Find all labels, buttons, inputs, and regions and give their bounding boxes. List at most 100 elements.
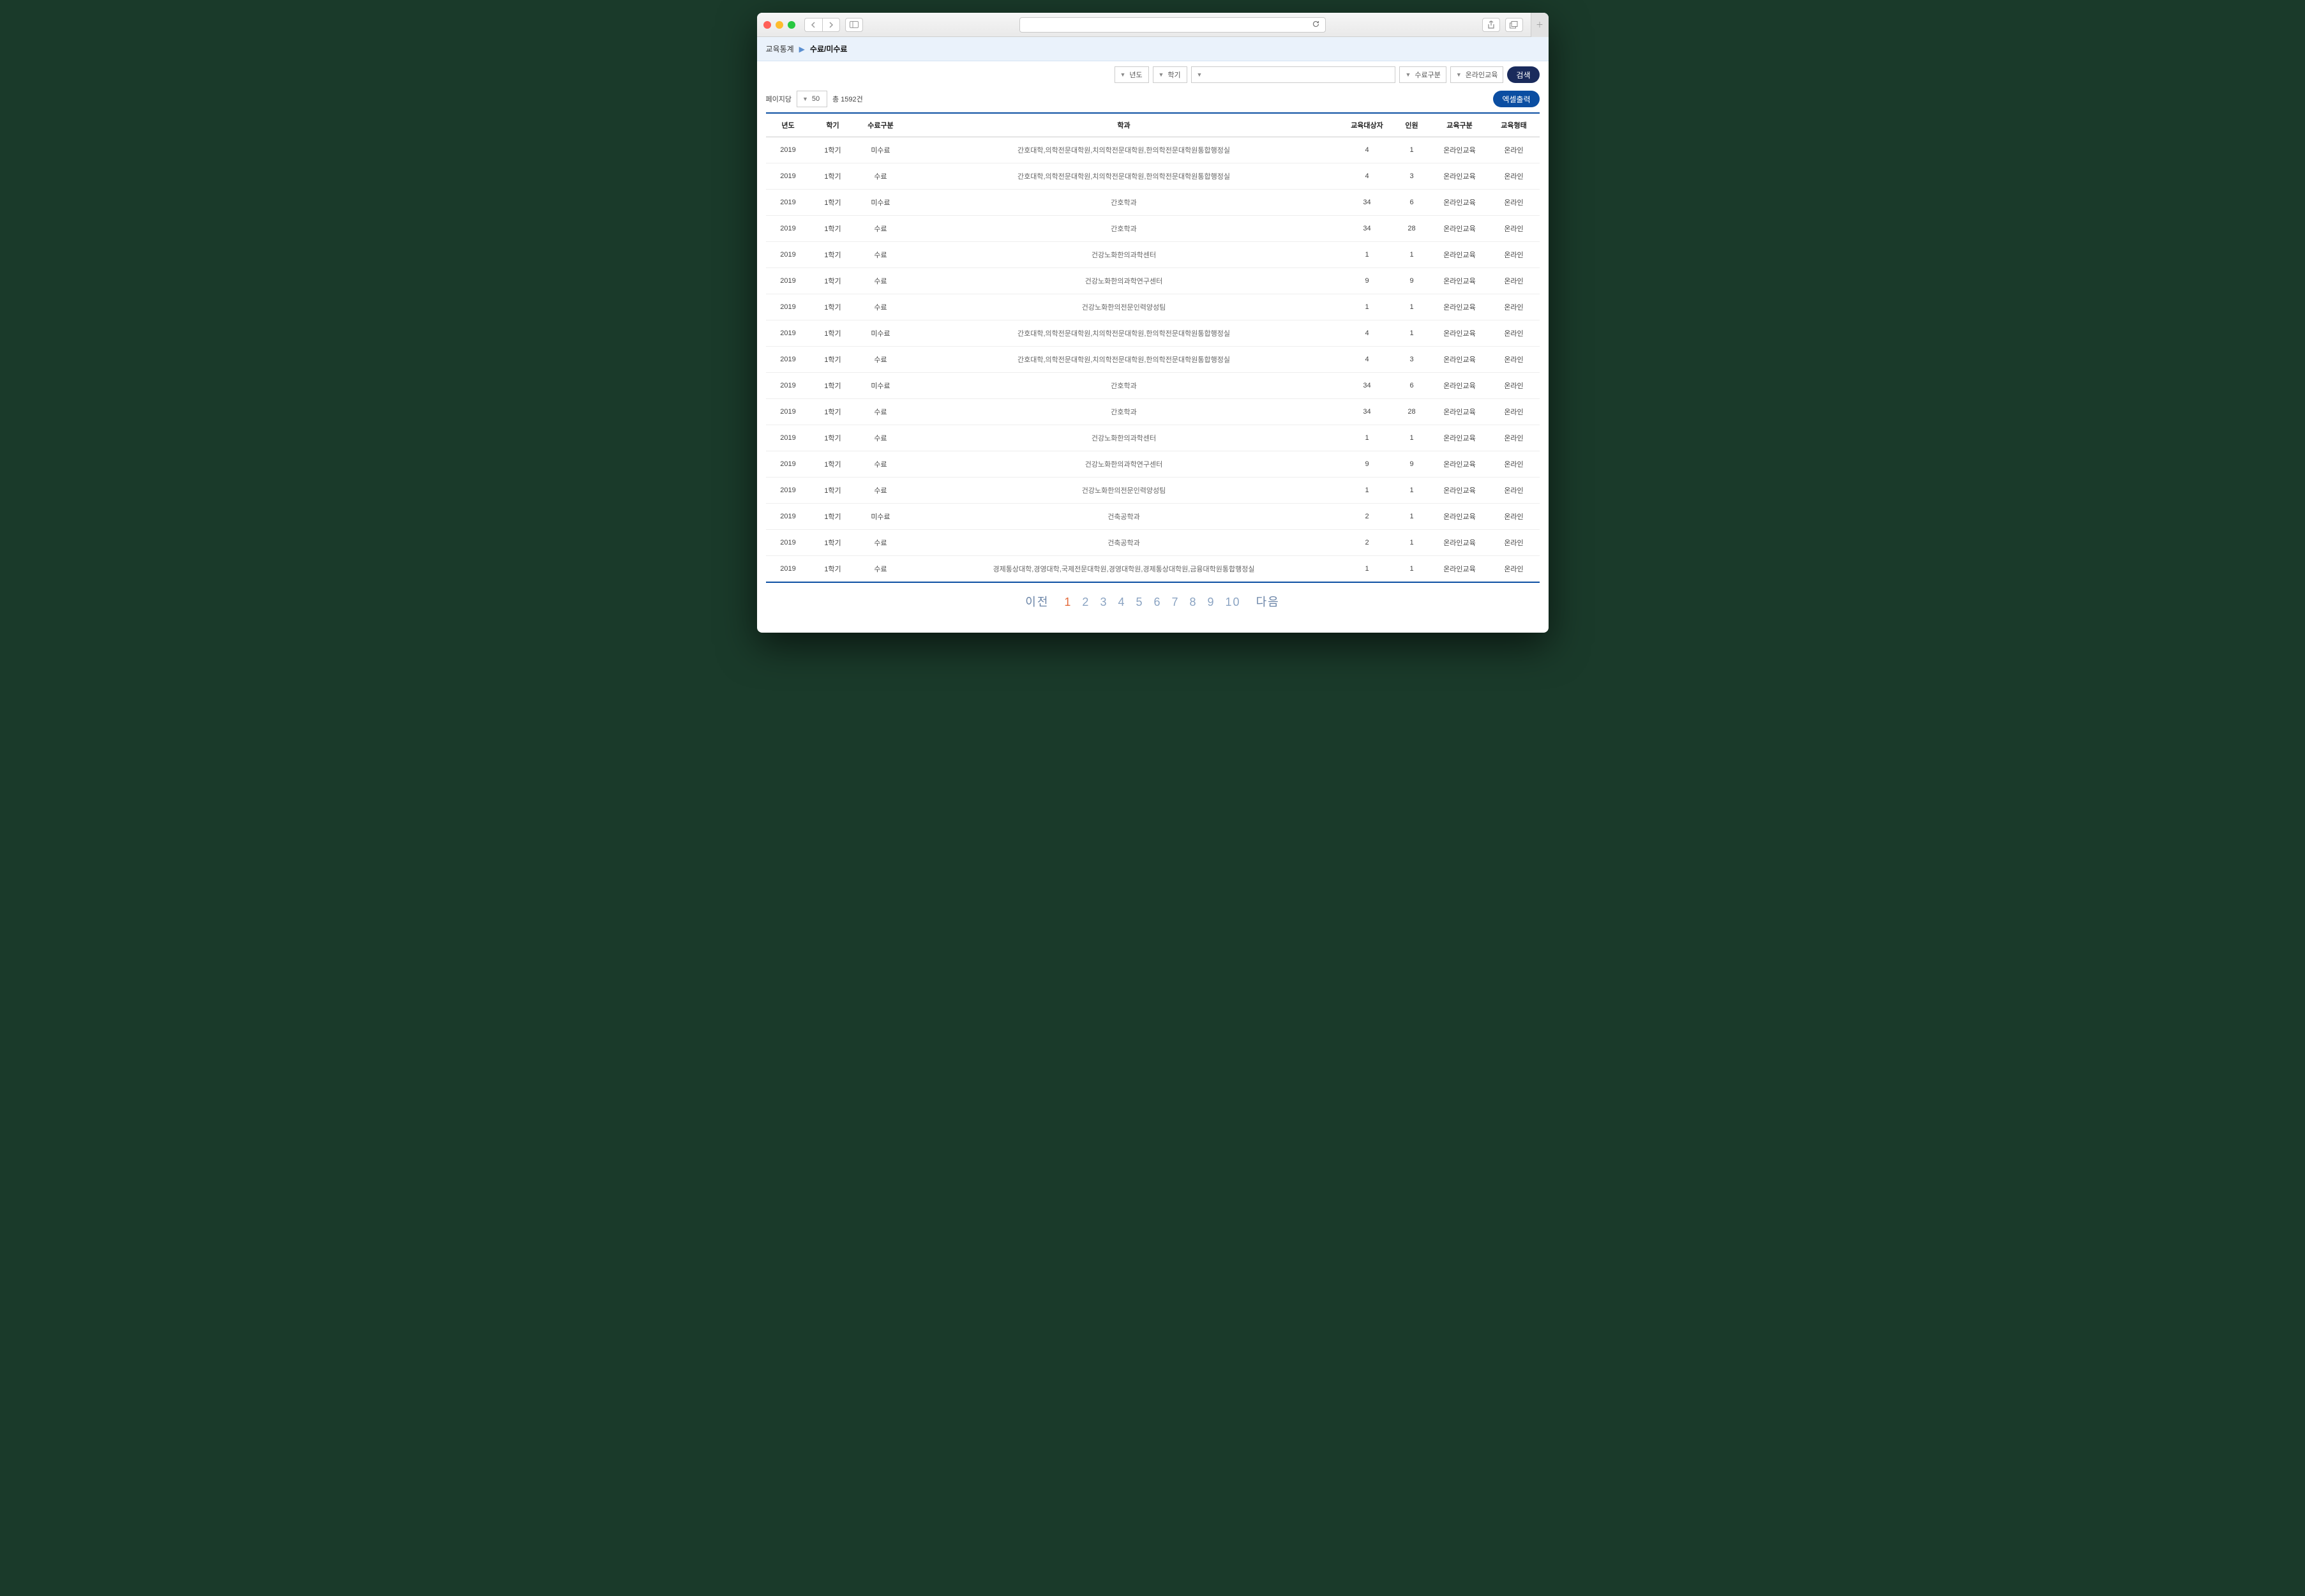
table-row[interactable]: 20191학기미수료간호대학,의학전문대학원,치의학전문대학원,한의학전문대학원…	[766, 137, 1540, 163]
table-row[interactable]: 20191학기수료건축공학과21온라인교육온라인	[766, 530, 1540, 556]
status-select[interactable]: ▼ 수료구분	[1399, 66, 1446, 83]
tabs-button[interactable]	[1505, 18, 1523, 32]
cell-category: 온라인교육	[1431, 451, 1489, 478]
table-row[interactable]: 20191학기미수료간호대학,의학전문대학원,치의학전문대학원,한의학전문대학원…	[766, 320, 1540, 347]
cell-count: 6	[1393, 373, 1431, 399]
table-row[interactable]: 20191학기수료건강노화한의과학센터11온라인교육온라인	[766, 242, 1540, 268]
cell-dept: 간호대학,의학전문대학원,치의학전문대학원,한의학전문대학원통합행정실	[906, 137, 1342, 163]
cell-year: 2019	[766, 425, 811, 451]
table-row[interactable]: 20191학기수료건강노화한의전문인력양성팀11온라인교육온라인	[766, 294, 1540, 320]
search-button[interactable]: 검색	[1507, 66, 1539, 83]
table-row[interactable]: 20191학기수료간호학과3428온라인교육온라인	[766, 399, 1540, 425]
table-row[interactable]: 20191학기수료건강노화한의과학센터11온라인교육온라인	[766, 425, 1540, 451]
status-select-label: 수료구분	[1415, 70, 1440, 80]
cell-dept: 경제통상대학,경영대학,국제전문대학원,경영대학원,경제통상대학원,금융대학원통…	[906, 556, 1342, 583]
address-bar[interactable]	[1019, 17, 1326, 33]
cell-type: 온라인	[1489, 425, 1540, 451]
cell-category: 온라인교육	[1431, 556, 1489, 583]
pager-page[interactable]: 3	[1095, 596, 1113, 608]
cell-year: 2019	[766, 347, 811, 373]
pager-page[interactable]: 2	[1077, 596, 1095, 608]
meta-bar: 페이지당 ▼50 총 1592건 엑셀출력	[757, 88, 1549, 112]
cell-count: 3	[1393, 163, 1431, 190]
table-row[interactable]: 20191학기수료건강노화한의전문인력양성팀11온라인교육온라인	[766, 478, 1540, 504]
table-row[interactable]: 20191학기미수료간호학과346온라인교육온라인	[766, 190, 1540, 216]
cell-type: 온라인	[1489, 137, 1540, 163]
dept-select[interactable]: ▼	[1191, 66, 1396, 83]
per-page-select[interactable]: ▼50	[797, 91, 827, 107]
pager-next[interactable]: 다음	[1251, 596, 1285, 608]
edu-select[interactable]: ▼온라인교육	[1450, 66, 1504, 83]
table-row[interactable]: 20191학기수료경제통상대학,경영대학,국제전문대학원,경영대학원,경제통상대…	[766, 556, 1540, 583]
cell-dept: 건강노화한의과학센터	[906, 242, 1342, 268]
pager-page[interactable]: 6	[1148, 596, 1166, 608]
cell-dept: 건축공학과	[906, 504, 1342, 530]
table-row[interactable]: 20191학기미수료건축공학과21온라인교육온라인	[766, 504, 1540, 530]
cell-status: 미수료	[855, 320, 906, 347]
cell-type: 온라인	[1489, 347, 1540, 373]
close-window-icon[interactable]	[763, 21, 771, 29]
cell-type: 온라인	[1489, 294, 1540, 320]
cell-year: 2019	[766, 190, 811, 216]
table-row[interactable]: 20191학기미수료간호학과346온라인교육온라인	[766, 373, 1540, 399]
pager-page[interactable]: 4	[1113, 596, 1130, 608]
share-button[interactable]	[1482, 18, 1500, 32]
sidebar-toggle-button[interactable]	[845, 18, 863, 32]
cell-category: 온라인교육	[1431, 478, 1489, 504]
cell-status: 미수료	[855, 373, 906, 399]
cell-dept: 간호학과	[906, 373, 1342, 399]
cell-target: 9	[1342, 451, 1393, 478]
table-row[interactable]: 20191학기수료건강노화한의과학연구센터99온라인교육온라인	[766, 451, 1540, 478]
pager-page[interactable]: 10	[1220, 596, 1246, 608]
breadcrumb-root[interactable]: 교육통계	[766, 43, 794, 54]
cell-year: 2019	[766, 399, 811, 425]
cell-category: 온라인교육	[1431, 530, 1489, 556]
cell-status: 수료	[855, 242, 906, 268]
cell-count: 1	[1393, 294, 1431, 320]
total-count: 총 1592건	[832, 94, 863, 104]
table-row[interactable]: 20191학기수료간호학과3428온라인교육온라인	[766, 216, 1540, 242]
maximize-window-icon[interactable]	[788, 21, 795, 29]
cell-semester: 1학기	[811, 242, 855, 268]
cell-status: 수료	[855, 163, 906, 190]
back-button[interactable]	[804, 18, 822, 32]
cell-count: 1	[1393, 242, 1431, 268]
table-row[interactable]: 20191학기수료간호대학,의학전문대학원,치의학전문대학원,한의학전문대학원통…	[766, 347, 1540, 373]
cell-target: 2	[1342, 530, 1393, 556]
th-year: 년도	[766, 113, 811, 137]
cell-year: 2019	[766, 268, 811, 294]
pager-page[interactable]: 9	[1203, 596, 1220, 608]
th-category: 교육구분	[1431, 113, 1489, 137]
th-dept: 학과	[906, 113, 1342, 137]
cell-category: 온라인교육	[1431, 137, 1489, 163]
sidebar-icon	[850, 21, 859, 28]
pager-page[interactable]: 8	[1185, 596, 1203, 608]
cell-target: 2	[1342, 504, 1393, 530]
cell-dept: 건강노화한의전문인력양성팀	[906, 478, 1342, 504]
cell-semester: 1학기	[811, 530, 855, 556]
pager-prev[interactable]: 이전	[1020, 596, 1054, 608]
dropdown-icon: ▼	[1405, 72, 1411, 78]
table-row[interactable]: 20191학기수료건강노화한의과학연구센터99온라인교육온라인	[766, 268, 1540, 294]
cell-count: 6	[1393, 190, 1431, 216]
dropdown-icon: ▼	[1456, 72, 1462, 78]
breadcrumb-current: 수료/미수료	[810, 43, 848, 54]
cell-semester: 1학기	[811, 268, 855, 294]
new-tab-button[interactable]: ＋	[1531, 13, 1549, 37]
pager-page[interactable]: 5	[1130, 596, 1148, 608]
minimize-window-icon[interactable]	[776, 21, 783, 29]
forward-button[interactable]	[822, 18, 840, 32]
cell-dept: 간호학과	[906, 216, 1342, 242]
cell-semester: 1학기	[811, 451, 855, 478]
excel-export-button[interactable]: 엑셀출력	[1493, 91, 1539, 107]
cell-target: 1	[1342, 478, 1393, 504]
pagination: 이전 12345678910 다음	[757, 583, 1549, 633]
table-row[interactable]: 20191학기수료간호대학,의학전문대학원,치의학전문대학원,한의학전문대학원통…	[766, 163, 1540, 190]
semester-select[interactable]: ▼학기	[1153, 66, 1187, 83]
pager-page[interactable]: 1	[1059, 596, 1077, 608]
cell-count: 1	[1393, 530, 1431, 556]
reload-icon[interactable]	[1312, 20, 1320, 30]
cell-target: 34	[1342, 399, 1393, 425]
year-select[interactable]: ▼년도	[1115, 66, 1149, 83]
pager-page[interactable]: 7	[1167, 596, 1185, 608]
